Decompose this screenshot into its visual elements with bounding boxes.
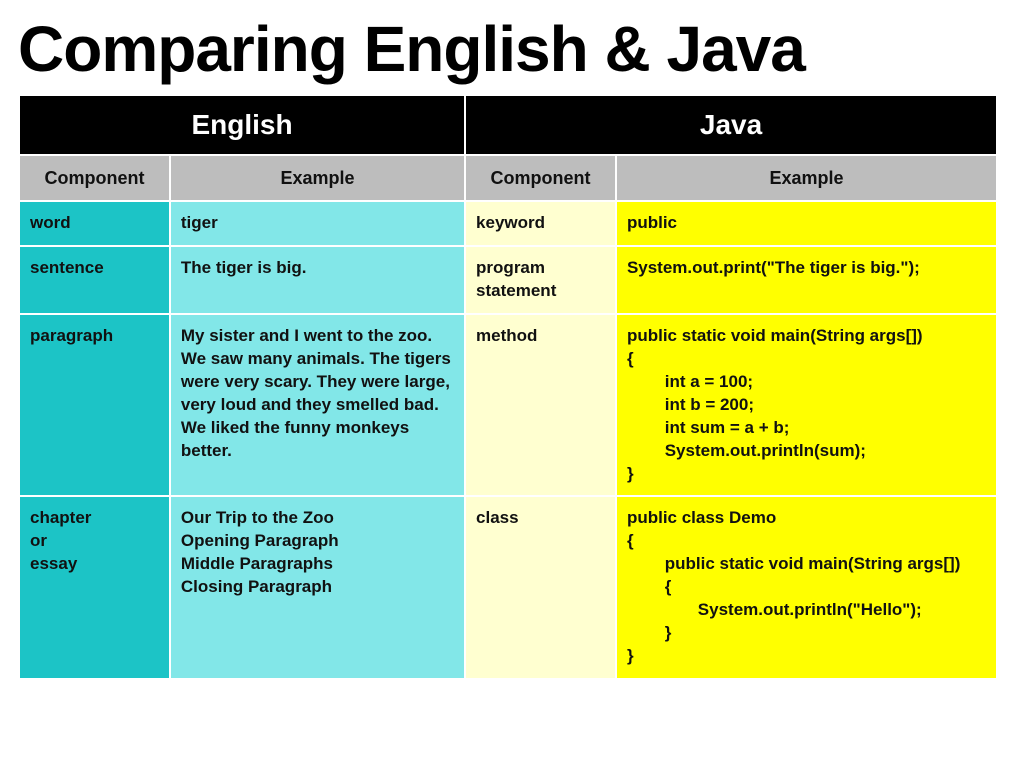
cell-eng-component: paragraph [20, 315, 169, 496]
cell-eng-component: sentence [20, 247, 169, 313]
header-row-main: English Java [20, 96, 996, 154]
cell-eng-example: My sister and I went to the zoo. We saw … [171, 315, 464, 496]
cell-eng-component: word [20, 202, 169, 245]
table-row: sentence The tiger is big. program state… [20, 247, 996, 313]
cell-java-example: public class Demo { public static void m… [617, 497, 996, 678]
cell-eng-component: chapter or essay [20, 497, 169, 678]
cell-java-example: System.out.print("The tiger is big."); [617, 247, 996, 313]
subhead-example-english: Example [171, 156, 464, 200]
cell-eng-example: tiger [171, 202, 464, 245]
cell-eng-example: Our Trip to the Zoo Opening Paragraph Mi… [171, 497, 464, 678]
subhead-component-java: Component [466, 156, 615, 200]
cell-java-example: public [617, 202, 996, 245]
cell-java-component: keyword [466, 202, 615, 245]
subhead-example-java: Example [617, 156, 996, 200]
cell-java-component: class [466, 497, 615, 678]
header-java: Java [466, 96, 996, 154]
table-row: chapter or essay Our Trip to the Zoo Ope… [20, 497, 996, 678]
cell-java-component: method [466, 315, 615, 496]
header-row-sub: Component Example Component Example [20, 156, 996, 200]
slide-title: Comparing English & Java [0, 0, 1024, 94]
cell-eng-example: The tiger is big. [171, 247, 464, 313]
subhead-component-english: Component [20, 156, 169, 200]
comparison-table: English Java Component Example Component… [18, 94, 998, 680]
cell-java-example: public static void main(String args[]) {… [617, 315, 996, 496]
table-row: paragraph My sister and I went to the zo… [20, 315, 996, 496]
table-row: word tiger keyword public [20, 202, 996, 245]
header-english: English [20, 96, 464, 154]
cell-java-component: program statement [466, 247, 615, 313]
